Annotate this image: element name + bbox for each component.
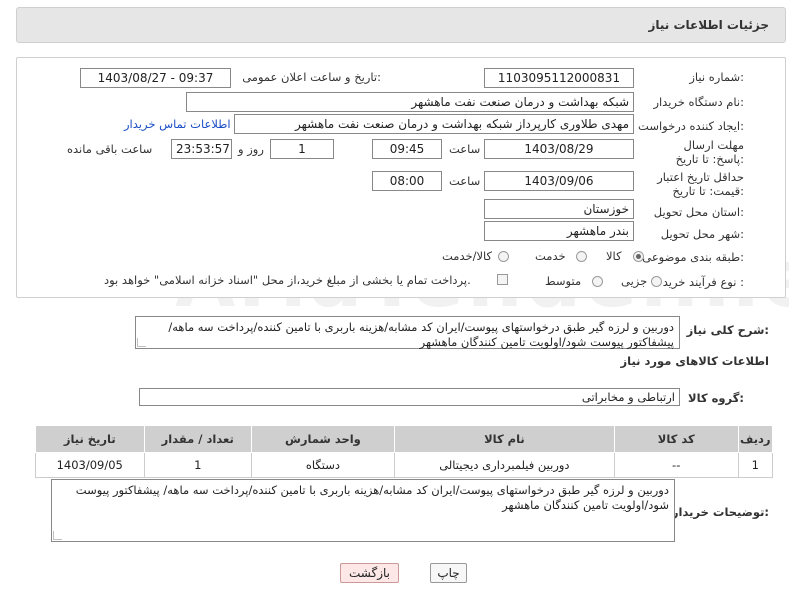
need-number-field: 1103095112000831 (484, 68, 634, 88)
cell-need-date: 1403/09/05 (35, 452, 145, 478)
general-desc-label: شرح کلی نیاز: (686, 323, 769, 337)
goods-group-label: گروه کالا: (688, 391, 744, 405)
general-desc-text: دوربین و لرزه گیر طبق درخواستهای پیوست/ا… (135, 316, 680, 349)
reply-time-field: 09:45 (372, 139, 442, 159)
reply-deadline-label: مهلت ارسال پاسخ: تا تاریخ: (675, 138, 744, 166)
price-validity-label: حداقل تاریخ اعتبار قیمت: تا تاریخ: (657, 170, 744, 198)
goods-group-field: ارتباطی و مخابراتی (139, 388, 680, 406)
city-field: بندر ماهشهر (484, 221, 634, 241)
province-field: خوزستان (484, 199, 634, 219)
buyer-org-field: شبکه بهداشت و درمان صنعت نفت ماهشهر (186, 92, 634, 112)
process-radio-medium[interactable] (592, 276, 603, 287)
category-label: طبقه بندی موضوعی: (642, 250, 744, 264)
col-item-name: نام کالا (393, 425, 615, 453)
table-row[interactable]: 1 -- دوربین فیلمبرداری دیجیتالی دستگاه 1… (35, 452, 774, 478)
reply-time-label: ساعت (449, 142, 481, 156)
category-radio-goods[interactable] (633, 251, 644, 262)
reply-date-field: 1403/08/29 (484, 139, 634, 159)
print-button[interactable]: چاپ (430, 563, 467, 583)
process-option-minor: جزیی (621, 274, 648, 288)
goods-table: ردیف کد کالا نام کالا واحد شمارش تعداد /… (35, 425, 774, 478)
goods-info-heading: اطلاعات کالاهای مورد نیاز (620, 354, 769, 368)
cell-quantity: 1 (143, 452, 252, 478)
page-header: جزئیات اطلاعات نیاز (16, 7, 786, 43)
col-need-date: تاریخ نیاز (35, 425, 145, 453)
creator-field: مهدی طلاوری کارپرداز شبکه بهداشت و درمان… (234, 114, 634, 134)
col-row-num: ردیف (737, 425, 774, 453)
validity-time-field: 08:00 (372, 171, 442, 191)
col-unit: واحد شمارش (250, 425, 395, 453)
category-option-goods-service: کالا/خدمت (442, 249, 493, 263)
resize-grip-icon[interactable] (53, 531, 62, 540)
cell-row-num: 1 (737, 452, 774, 478)
city-label: شهر محل تحویل: (660, 227, 744, 241)
treasury-payment-checkbox[interactable] (497, 274, 508, 285)
table-header-row: ردیف کد کالا نام کالا واحد شمارش تعداد /… (35, 425, 774, 453)
resize-grip-icon[interactable] (137, 338, 146, 347)
col-quantity: تعداد / مقدار (143, 425, 252, 453)
creator-label: ایجاد کننده درخواست: (638, 119, 744, 133)
validity-time-label: ساعت (449, 174, 481, 188)
announce-datetime-field: 1403/08/27 - 09:37 (80, 68, 231, 88)
remaining-label: ساعت باقی مانده (67, 142, 153, 156)
province-label: استان محل تحویل: (653, 205, 744, 219)
day-and-label: روز و (238, 142, 264, 156)
page-title: جزئیات اطلاعات نیاز (648, 18, 769, 32)
validity-date-field: 1403/09/06 (484, 171, 634, 191)
remaining-time-field: 23:53:57 (171, 139, 232, 159)
reply-days-field: 1 (270, 139, 334, 159)
process-option-medium: متوسط (545, 274, 582, 288)
buyer-org-label: نام دستگاه خریدار: (653, 95, 744, 109)
category-option-goods: کالا (606, 249, 622, 263)
treasury-payment-note: پرداخت تمام یا بخشی از مبلغ خرید،از محل … (104, 273, 471, 287)
category-radio-goods-service[interactable] (498, 251, 509, 262)
category-option-service: خدمت (535, 249, 566, 263)
back-button[interactable]: بازگشت (340, 563, 399, 583)
cell-unit: دستگاه (250, 452, 395, 478)
buyer-contact-link[interactable]: اطلاعات تماس خریدار (124, 117, 231, 131)
cell-item-name: دوربین فیلمبرداری دیجیتالی (393, 452, 615, 478)
cell-item-code: -- (613, 452, 739, 478)
need-number-label: شماره نیاز: (689, 70, 744, 84)
announce-datetime-label: تاریخ و ساعت اعلان عمومی: (242, 70, 381, 84)
buyer-notes-text: دوربین و لرزه گیر طبق درخواستهای پیوست/ا… (51, 479, 675, 542)
category-radio-service[interactable] (576, 251, 587, 262)
col-item-code: کد کالا (613, 425, 739, 453)
process-label: نوع فرآیند خرید : (662, 275, 744, 289)
buyer-notes-label: توضیحات خریدار: (671, 505, 769, 519)
process-radio-minor[interactable] (651, 276, 662, 287)
